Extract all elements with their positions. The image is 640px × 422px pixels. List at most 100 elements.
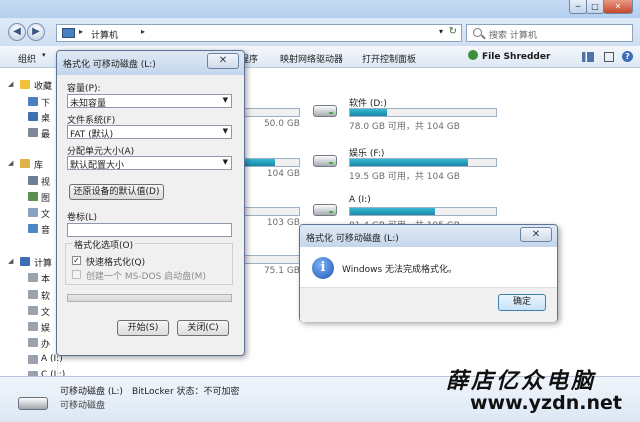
sidebar-item[interactable]: ◢ 计算 [0,255,58,269]
hard-drive-icon [313,204,337,216]
chevron-down-icon[interactable]: ▼ [223,127,228,135]
sidebar-item[interactable]: 下 [0,95,58,109]
sidebar-item[interactable]: ◢ 库 [0,157,58,171]
capacity-select[interactable]: 未知容量 ▼ [67,94,232,109]
computer-icon [62,28,75,38]
sidebar-item-label: 收藏 [34,82,53,92]
breadcrumb-computer[interactable]: 计算机 [91,28,118,41]
expand-arrow-icon[interactable]: ◢ [8,257,13,265]
sidebar-item[interactable]: 文 [0,206,58,220]
drive-icon [28,355,38,364]
open-control-panel-button[interactable]: 打开控制面板 [362,52,416,65]
organize-menu[interactable]: 组织 [18,52,36,65]
chevron-down-icon[interactable]: ▼ [223,96,228,104]
watermark-url: www.yzdn.net [470,392,622,414]
drive-free-space: 78.0 GB 可用，共 104 GB [349,122,460,132]
quick-format-checkbox[interactable]: ✓ [72,256,81,265]
drive-usage-bar [349,108,497,117]
ok-button[interactable]: 确定 [498,294,546,311]
search-placeholder: 搜索 计算机 [489,31,537,41]
file-shredder-icon [468,50,478,60]
message-box: 格式化 可移动磁盘 (L:) ✕ i Windows 无法完成格式化。 确定 [299,224,558,322]
volume-label-input[interactable] [67,223,232,237]
forward-button[interactable]: ▶ [27,23,45,41]
msdos-boot-checkbox [72,270,81,279]
sidebar-item-label: 下 [41,99,51,109]
preview-pane-icon[interactable] [604,52,614,62]
filesystem-select[interactable]: FAT (默认) ▼ [67,125,232,140]
expand-arrow-icon[interactable]: ◢ [8,80,13,88]
drive-name: A (I:) [349,195,371,205]
breadcrumb-separator[interactable]: ▸ [141,27,145,36]
help-icon[interactable]: ? [622,51,633,62]
maximize-button[interactable]: □ [586,0,604,14]
format-dialog: 格式化 可移动磁盘 (L:) ✕ 容量(P): 未知容量 ▼ 文件系统(F) F… [56,50,245,356]
drive-item[interactable]: 娱乐 (F:) 19.5 GB 可用，共 104 GB [313,146,503,186]
sidebar-item[interactable]: 图 [0,190,58,204]
quick-format-label[interactable]: 快速格式化(Q) [86,255,145,268]
close-button[interactable]: 关闭(C) [177,320,229,336]
breadcrumb-separator[interactable]: ▸ [79,27,83,36]
message-box-titlebar: 格式化 可移动磁盘 (L:) ✕ [300,225,557,247]
address-input[interactable]: ▸ 计算机 ▸ ▾ ↻ [56,24,462,42]
format-options-title: 格式化选项(O) [72,238,136,251]
capacity-label: 容量(P): [67,84,101,94]
sidebar-item[interactable]: 文 [0,304,58,318]
drive-icon [28,338,38,347]
restore-defaults-button[interactable]: 还原设备的默认值(D) [69,184,164,200]
search-icon [473,28,482,37]
sidebar-item[interactable]: 视 [0,174,58,188]
status-drive-name: 可移动磁盘 (L:) [60,387,123,397]
sidebar-item[interactable]: 娱 [0,320,58,334]
sidebar-item[interactable]: 本 [0,271,58,285]
close-icon[interactable]: ✕ [520,227,552,242]
drive-icon [28,273,38,282]
drive-usage-fill [350,109,387,116]
allocation-size-select[interactable]: 默认配置大小 ▼ [67,156,232,171]
msdos-boot-label: 创建一个 MS-DOS 启动盘(M) [86,272,206,282]
desktop-icon [28,112,38,121]
close-icon[interactable]: ✕ [207,53,239,69]
close-window-button[interactable]: ✕ [603,0,633,14]
chevron-down-icon[interactable]: ▾ [439,27,443,36]
map-network-drive-button[interactable]: 映射网络驱动器 [280,52,343,65]
sidebar-item[interactable]: ◢ 收藏 [0,78,58,92]
sidebar-item-label: 最 [41,130,51,140]
back-button[interactable]: ◀ [8,23,26,41]
message-text: Windows 无法完成格式化。 [342,265,458,275]
sidebar-item-label: 视 [41,178,51,188]
chevron-down-icon[interactable]: ▼ [223,158,228,166]
expand-arrow-icon[interactable]: ◢ [8,159,13,167]
hard-drive-icon [313,105,337,117]
message-box-footer: 确定 [300,287,557,322]
chevron-down-icon[interactable]: ▾ [42,51,46,59]
sidebar-item-label: 软 [41,292,51,302]
sidebar-item[interactable]: 桌 [0,110,58,124]
navigation-pane: ◢ 收藏下桌最 ◢ 库视图文音 ◢ 计算本软文娱办 A (I:) C (L:) [0,69,65,380]
status-bitlocker: BitLocker 状态：不可加密 [132,387,240,397]
sidebar-item[interactable]: A (I:) [0,353,63,366]
format-dialog-titlebar: 格式化 可移动磁盘 (L:) ✕ [57,51,244,75]
message-box-title: 格式化 可移动磁盘 (L:) [306,234,399,244]
start-button[interactable]: 开始(S) [117,320,169,336]
video-icon [28,176,38,185]
file-shredder-button[interactable]: File Shredder [482,52,550,62]
sidebar-item-label: 文 [41,308,51,318]
sidebar-item[interactable]: 软 [0,288,58,302]
sidebar-item[interactable]: 音 [0,222,58,236]
drive-usage-bar [349,158,497,167]
watermark-name: 薛店亿众电脑 [446,368,597,394]
refresh-icon[interactable]: ↻ [449,26,457,37]
sidebar-item[interactable]: 办 [0,336,58,350]
sidebar-item[interactable]: 最 [0,126,58,140]
info-icon: i [312,257,334,279]
drive-icon [28,290,38,299]
drive-item[interactable]: 软件 (D:) 78.0 GB 可用，共 104 GB [313,96,503,136]
sidebar-item-label: 文 [41,210,51,220]
computer-icon [20,257,30,266]
search-input[interactable]: 搜索 计算机 [466,24,633,42]
view-options-icon[interactable] [582,52,594,62]
allocation-size-value: 默认配置大小 [70,161,125,171]
minimize-button[interactable]: ─ [569,0,587,14]
drive-usage-bar [349,207,497,216]
